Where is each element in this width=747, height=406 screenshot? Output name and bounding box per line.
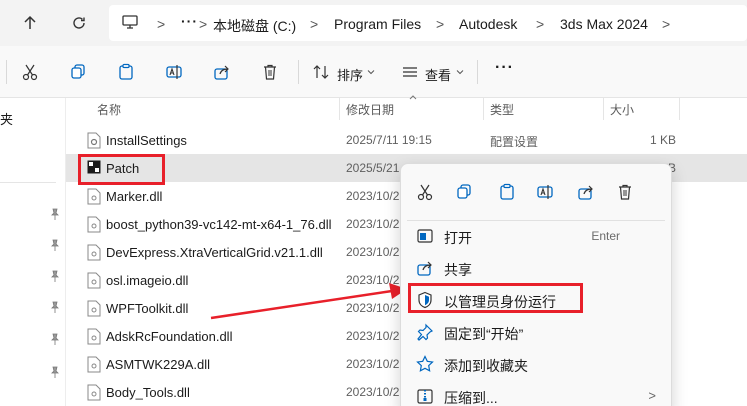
zip-icon: [416, 387, 434, 405]
menu-item-label: 共享: [444, 262, 472, 278]
share-icon[interactable]: [575, 181, 597, 203]
menu-item-label: 添加到收藏夹: [444, 358, 528, 374]
highlight-box-run-as-admin: [408, 283, 583, 313]
rename-icon[interactable]: [534, 181, 556, 203]
menu-item-shortcut: Enter: [591, 229, 620, 243]
star-icon: [416, 355, 434, 373]
menu-item-share[interactable]: 共享: [406, 252, 668, 284]
paste-icon[interactable]: [496, 181, 518, 203]
submenu-chevron-icon: >: [648, 388, 656, 403]
menu-item-label: 打开: [444, 230, 472, 246]
menu-item-compress-to[interactable]: 压缩到... >: [406, 380, 668, 406]
menu-item-open[interactable]: 打开 Enter: [406, 220, 668, 252]
cut-icon[interactable]: [414, 181, 436, 203]
menu-item-pin-to-start[interactable]: 固定到“开始”: [406, 316, 668, 348]
copy-icon[interactable]: [453, 181, 475, 203]
share-icon: [416, 259, 434, 277]
delete-icon[interactable]: [614, 181, 636, 203]
pin-icon: [416, 323, 434, 341]
menu-item-label: 压缩到...: [444, 390, 498, 406]
menu-item-label: 固定到“开始”: [444, 326, 524, 342]
menu-item-add-to-favorites[interactable]: 添加到收藏夹: [406, 348, 668, 380]
arrow-line: [210, 289, 393, 320]
open-window-icon: [416, 227, 434, 245]
